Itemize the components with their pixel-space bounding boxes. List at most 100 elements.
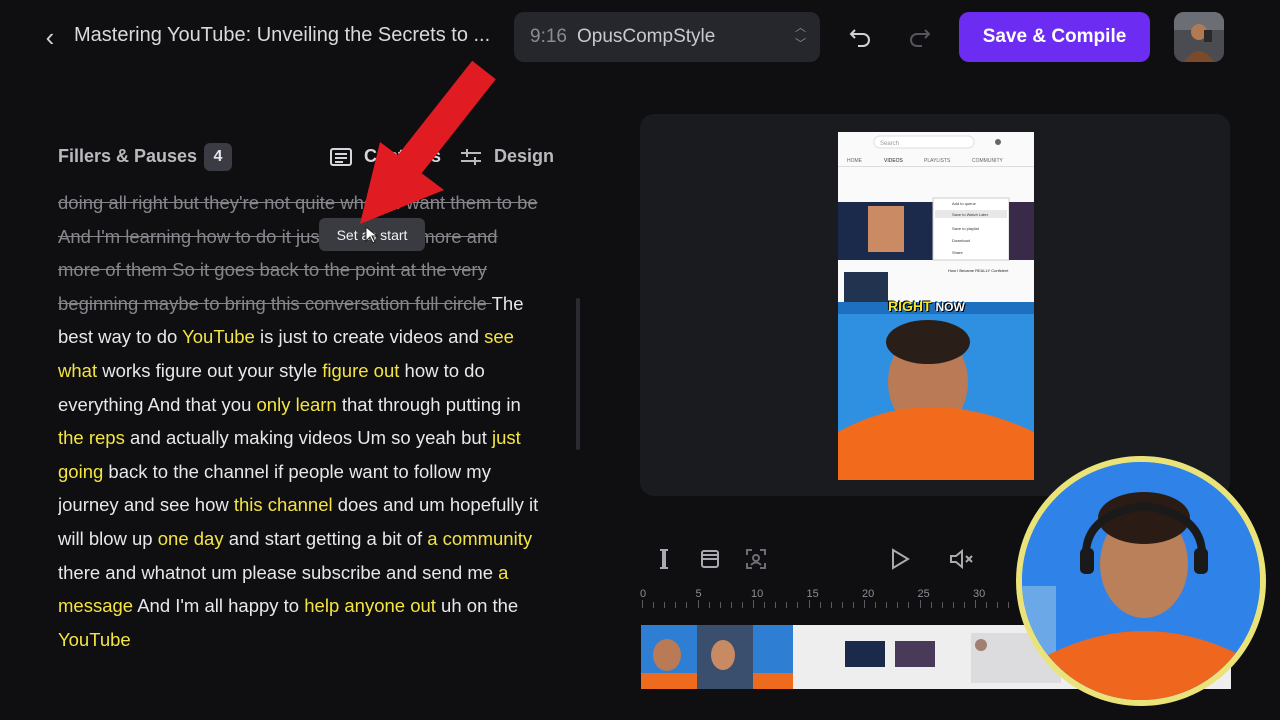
keyword-highlight[interactable]: YouTube	[182, 326, 255, 347]
trim-button[interactable]	[650, 545, 678, 573]
transcript-word[interactable]: And I'm all happy to	[133, 595, 304, 616]
ruler-tick	[908, 602, 910, 608]
ruler-tick	[664, 602, 666, 608]
ruler-tick	[952, 602, 954, 608]
yt-tab-playlists: PLAYLISTS	[924, 158, 951, 164]
svg-text:How I Became REALLY Confident: How I Became REALLY Confident	[948, 268, 1009, 273]
project-title: Mastering YouTube: Unveiling the Secrets…	[74, 24, 491, 46]
ruler-label: 20	[862, 588, 875, 600]
ruler-tick	[830, 602, 832, 608]
mouse-cursor-icon	[365, 226, 378, 244]
ruler-tick	[841, 602, 843, 608]
transcript-word[interactable]: that through putting in	[337, 394, 521, 415]
ruler-tick	[686, 602, 688, 608]
save-compile-button[interactable]: Save & Compile	[959, 12, 1150, 62]
ruler-tick	[719, 602, 721, 608]
ruler-tick	[819, 602, 821, 608]
layout-button[interactable]	[696, 545, 724, 573]
keyword-highlight[interactable]: only learn	[257, 394, 337, 415]
ruler-tick	[708, 602, 710, 608]
ruler-tick	[975, 600, 976, 608]
play-icon	[892, 548, 910, 570]
transcript-word[interactable]: and actually making videos Um so yeah bu…	[125, 427, 492, 448]
face-track-button[interactable]	[742, 545, 770, 573]
undo-icon	[849, 29, 870, 47]
ruler-label: 15	[806, 588, 819, 600]
transcript-word[interactable]: uh on the	[436, 595, 518, 616]
ruler-tick	[753, 600, 754, 608]
svg-text:Download: Download	[952, 238, 970, 243]
ruler-tick	[697, 600, 699, 608]
transcript-text[interactable]: doing all right but they're not quite wh…	[58, 186, 543, 692]
keyword-highlight[interactable]: the reps	[58, 427, 125, 448]
keyword-highlight[interactable]: YouTube	[58, 629, 131, 650]
svg-text:Save to playlist: Save to playlist	[952, 226, 980, 231]
keyword-highlight[interactable]: figure out	[322, 360, 399, 381]
mute-button[interactable]	[948, 545, 976, 573]
ruler-tick	[730, 602, 732, 608]
keyword-highlight[interactable]: one day	[158, 528, 224, 549]
keyword-highlight[interactable]: a community	[427, 528, 532, 549]
ruler-tick	[797, 602, 799, 608]
ruler-tick	[941, 602, 943, 608]
ruler-tick	[642, 600, 643, 608]
layout-icon	[701, 550, 719, 568]
ruler-tick	[963, 602, 965, 608]
ruler-label: 0	[640, 588, 647, 600]
ruler-tick	[886, 602, 888, 608]
transcript-word[interactable]: there and whatnot um please subscribe an…	[58, 562, 498, 583]
avatar[interactable]	[1174, 12, 1224, 62]
user-photo	[1174, 12, 1224, 62]
ruler-label: 10	[751, 588, 764, 600]
webcam-overlay	[1016, 456, 1266, 706]
caption-word-2: NOW	[935, 300, 965, 314]
svg-text:Share: Share	[952, 250, 963, 255]
yt-tab-community: COMMUNITY	[972, 158, 1003, 164]
fillers-count-badge: 4	[204, 143, 232, 171]
ruler-tick	[997, 602, 999, 608]
keyword-highlight[interactable]: help anyone out	[304, 595, 436, 616]
fillers-pauses-label[interactable]: Fillers & Pauses	[58, 146, 197, 167]
transcript-word[interactable]: works figure out your style	[97, 360, 322, 381]
ruler-tick	[852, 602, 854, 608]
ruler-tick	[675, 602, 677, 608]
transcript-word[interactable]: and start getting a bit of	[224, 528, 428, 549]
ruler-tick	[764, 602, 766, 608]
play-button[interactable]	[886, 545, 914, 573]
ruler-tick	[775, 602, 777, 608]
face-frame-icon	[746, 549, 766, 569]
ruler-tick	[864, 600, 865, 608]
ruler-tick	[897, 602, 899, 608]
style-name: OpusCompStyle	[576, 26, 716, 47]
yt-tab-videos: VIDEOS	[884, 158, 904, 164]
yt-tab-home: HOME	[847, 158, 863, 164]
svg-text:Add to queue: Add to queue	[952, 201, 977, 206]
ruler-label: 25	[917, 588, 930, 600]
ruler-tick	[986, 602, 988, 608]
ruler-tick	[930, 602, 932, 608]
aspect-ratio: 9:16	[530, 26, 567, 47]
undo-button[interactable]	[846, 22, 874, 52]
transcript-scrollbar[interactable]	[576, 298, 580, 450]
ruler-tick	[1008, 602, 1010, 608]
ruler-tick	[786, 602, 788, 608]
ruler-tick	[919, 600, 921, 608]
transcript-word[interactable]: is just to create videos and	[255, 326, 484, 347]
ruler-label: 30	[973, 588, 986, 600]
caption-word-1: RIGHT	[888, 298, 932, 314]
chevron-left-icon: ‹	[45, 21, 55, 52]
redo-button[interactable]	[906, 22, 934, 52]
ruler-tick	[653, 602, 655, 608]
speaker-muted-icon	[950, 548, 973, 570]
svg-text:Save to Watch Later: Save to Watch Later	[952, 212, 989, 217]
keyword-highlight[interactable]: this channel	[234, 494, 333, 515]
yt-search-text: Search	[880, 141, 899, 147]
ruler-tick	[741, 602, 743, 608]
caption-overlay: RIGHT NOW	[888, 298, 965, 314]
red-arrow-annotation	[360, 60, 496, 224]
back-button[interactable]: ‹	[38, 22, 62, 52]
webcam-person	[1022, 462, 1260, 700]
redo-icon	[910, 29, 931, 47]
chevron-updown-icon: ︿ ﹀	[795, 22, 806, 50]
aspect-style-select[interactable]: 9:16 OpusCompStyle ︿ ﹀	[514, 12, 820, 62]
